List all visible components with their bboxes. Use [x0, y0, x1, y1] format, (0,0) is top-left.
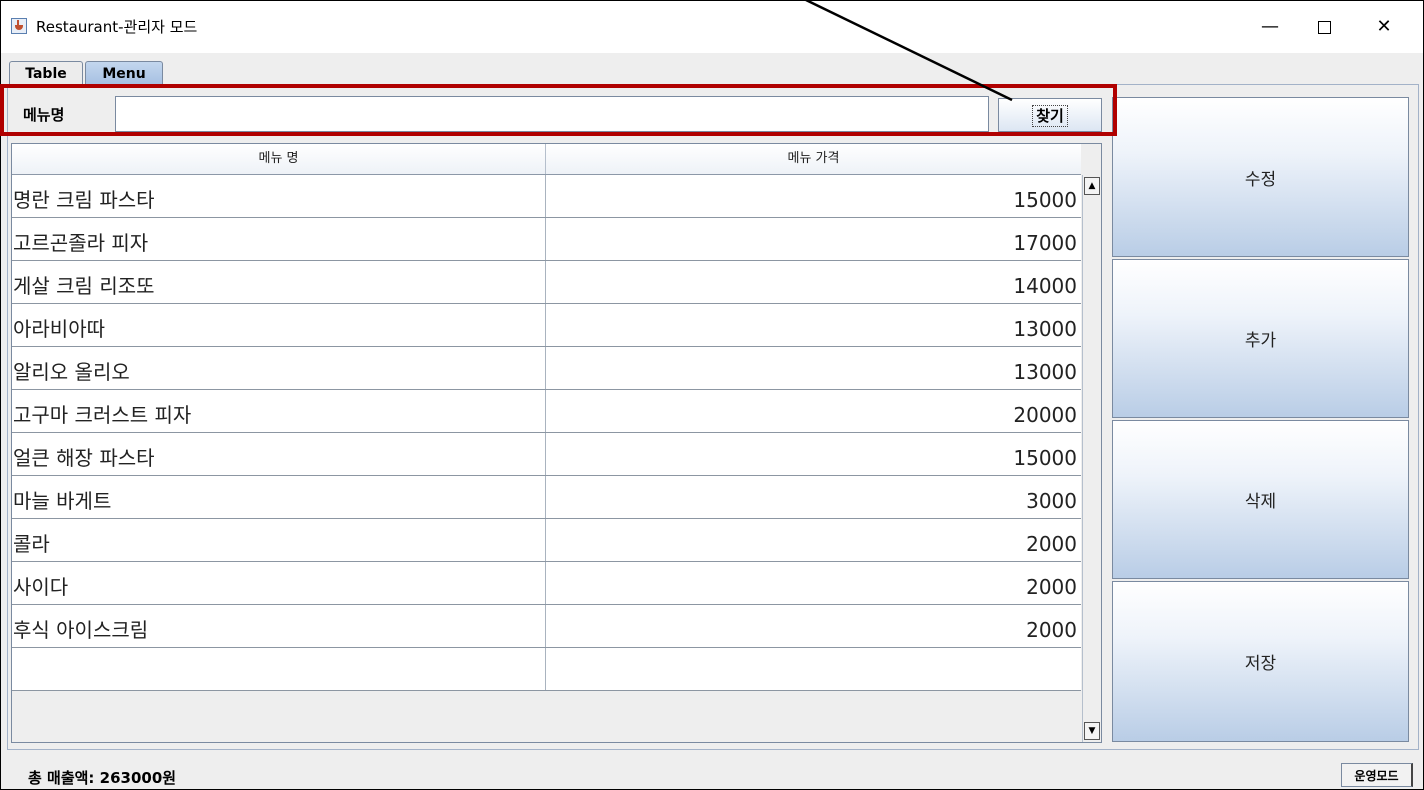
- minimize-button[interactable]: —: [1247, 9, 1293, 45]
- operation-mode-button[interactable]: 운영모드: [1341, 763, 1413, 787]
- table-row[interactable]: 고구마 크러스트 피자 20000: [12, 390, 1081, 433]
- tab-table[interactable]: Table: [9, 61, 83, 85]
- app-window: Restaurant-관리자 모드 — ✕ Table Menu 메뉴명 찾기 …: [0, 0, 1424, 790]
- table-row[interactable]: 고르곤졸라 피자 17000: [12, 218, 1081, 261]
- delete-button[interactable]: 삭제: [1112, 420, 1409, 579]
- tab-menu[interactable]: Menu: [85, 61, 163, 85]
- total-sales-label: 총 매출액: 263000원: [28, 769, 177, 787]
- cell-menu-name[interactable]: 아라비아따: [12, 304, 546, 346]
- maximize-button[interactable]: [1301, 9, 1347, 45]
- cell-menu-price[interactable]: [546, 648, 1081, 690]
- search-label: 메뉴명: [23, 106, 65, 124]
- cell-menu-price[interactable]: 2000: [546, 605, 1081, 647]
- table-row[interactable]: 알리오 올리오 13000: [12, 347, 1081, 390]
- title-bar: Restaurant-관리자 모드 — ✕: [1, 1, 1423, 53]
- cell-menu-name[interactable]: 게살 크림 리조또: [12, 261, 546, 303]
- cell-menu-name[interactable]: 명란 크림 파스타: [12, 175, 546, 217]
- cell-menu-price[interactable]: 17000: [546, 218, 1081, 260]
- cell-menu-name[interactable]: 고구마 크러스트 피자: [12, 390, 546, 432]
- add-button[interactable]: 추가: [1112, 259, 1409, 418]
- cell-menu-name[interactable]: 콜라: [12, 519, 546, 561]
- table-row-empty[interactable]: [12, 648, 1081, 691]
- cell-menu-name[interactable]: 후식 아이스크림: [12, 605, 546, 647]
- table-row[interactable]: 아라비아따 13000: [12, 304, 1081, 347]
- cell-menu-name[interactable]: 알리오 올리오: [12, 347, 546, 389]
- java-cup-icon: [11, 18, 27, 34]
- table-row[interactable]: 게살 크림 리조또 14000: [12, 261, 1081, 304]
- cell-menu-name[interactable]: 고르곤졸라 피자: [12, 218, 546, 260]
- table-row[interactable]: 콜라 2000: [12, 519, 1081, 562]
- cell-menu-price[interactable]: 14000: [546, 261, 1081, 303]
- cell-menu-name[interactable]: [12, 648, 546, 690]
- table-row[interactable]: 얼큰 해장 파스타 15000: [12, 433, 1081, 476]
- table-header: 메뉴 명 메뉴 가격: [12, 144, 1081, 175]
- table-body: 명란 크림 파스타 15000 고르곤졸라 피자 17000 게살 크림 리조또 14…: [12, 175, 1081, 691]
- search-button-label: 찾기: [1032, 104, 1068, 127]
- table-row[interactable]: 마늘 바게트 3000: [12, 476, 1081, 519]
- column-header-price[interactable]: 메뉴 가격: [546, 144, 1081, 174]
- cell-menu-price[interactable]: 20000: [546, 390, 1081, 432]
- cell-menu-price[interactable]: 15000: [546, 433, 1081, 475]
- column-header-name[interactable]: 메뉴 명: [12, 144, 546, 174]
- cell-menu-name[interactable]: 사이다: [12, 562, 546, 604]
- menu-table: 메뉴 명 메뉴 가격 명란 크림 파스타 15000 고르곤졸라 피자 17000 …: [11, 143, 1102, 743]
- cell-menu-price[interactable]: 2000: [546, 562, 1081, 604]
- menu-search-input[interactable]: [115, 96, 989, 132]
- cell-menu-name[interactable]: 얼큰 해장 파스타: [12, 433, 546, 475]
- cell-menu-price[interactable]: 13000: [546, 347, 1081, 389]
- cell-menu-price[interactable]: 3000: [546, 476, 1081, 518]
- table-row[interactable]: 사이다 2000: [12, 562, 1081, 605]
- cell-menu-price[interactable]: 2000: [546, 519, 1081, 561]
- save-button[interactable]: 저장: [1112, 581, 1409, 742]
- arrow-down-icon[interactable]: ▼: [1084, 722, 1100, 740]
- maximize-icon: [1317, 20, 1331, 34]
- cell-menu-name[interactable]: 마늘 바게트: [12, 476, 546, 518]
- cell-menu-price[interactable]: 13000: [546, 304, 1081, 346]
- search-button[interactable]: 찾기: [998, 98, 1102, 132]
- table-row[interactable]: 명란 크림 파스타 15000: [12, 175, 1081, 218]
- window-title: Restaurant-관리자 모드: [36, 18, 198, 36]
- close-button[interactable]: ✕: [1361, 9, 1407, 45]
- edit-button[interactable]: 수정: [1112, 97, 1409, 257]
- cell-menu-price[interactable]: 15000: [546, 175, 1081, 217]
- arrow-up-icon[interactable]: ▲: [1084, 177, 1100, 195]
- table-row[interactable]: 후식 아이스크림 2000: [12, 605, 1081, 648]
- table-scrollbar[interactable]: ▲ ▼: [1082, 175, 1101, 742]
